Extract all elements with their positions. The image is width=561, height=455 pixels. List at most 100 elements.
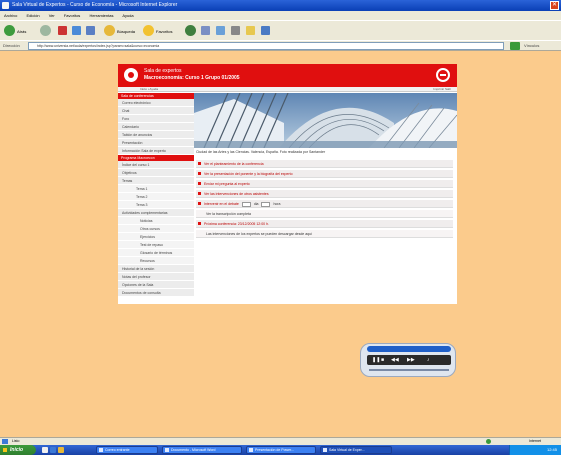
links-label[interactable]: Vínculos — [524, 43, 539, 48]
next-button[interactable]: ▶▶ — [407, 357, 415, 363]
architecture-illustration — [194, 93, 457, 148]
conference-link[interactable]: Ver el planteamiento de la conferencia — [196, 160, 453, 168]
address-bar: Dirección http://www.universia.net/aula/… — [0, 40, 561, 51]
taskbar: Inicio Correo entrante Documento - Micro… — [0, 445, 561, 455]
menu-favorites[interactable]: Favoritos — [64, 13, 80, 18]
back-label[interactable]: Atrás — [17, 29, 26, 34]
download-link[interactable]: Las intervenciones de los expertos se pu… — [196, 230, 453, 238]
task-powerpoint[interactable]: Presentación de Power... — [246, 446, 316, 454]
home-link[interactable]: Inicio • Ayuda — [140, 87, 158, 92]
debate-row: Intervenir en el debate dia hora — [196, 200, 453, 208]
ask-question-label: Enviar mi pregunta al experto — [204, 182, 250, 186]
address-input[interactable]: http://www.universia.net/aula/expertos/i… — [28, 42, 504, 50]
stop-icon[interactable] — [58, 26, 67, 35]
day-select[interactable] — [241, 201, 251, 207]
status-text: Listo — [12, 439, 20, 443]
course-subtitle: Macroeconomía: Curso 1 Grupo 01/2005 — [144, 75, 240, 81]
favorites-icon[interactable] — [143, 25, 154, 36]
sidebar-group[interactable]: Actividades complementarias — [118, 209, 194, 217]
sidebar-item[interactable]: Presentación — [118, 139, 194, 147]
edit-icon[interactable] — [246, 26, 255, 35]
print-exit-links[interactable]: Imprimir Salir — [433, 87, 451, 92]
refresh-icon[interactable] — [72, 26, 81, 35]
sidebar-item[interactable]: Información Sala de experto — [118, 147, 194, 155]
mute-button[interactable]: ♪ — [427, 357, 430, 363]
debate-label: Intervenir en el debate — [204, 202, 239, 206]
task-word[interactable]: Documento - Microsoft Word — [162, 446, 242, 454]
bullet-icon — [198, 192, 201, 195]
go-button[interactable] — [510, 42, 520, 50]
start-button[interactable]: Inicio — [0, 445, 36, 455]
other-questions-link[interactable]: Ver las intervenciones de otros asistent… — [196, 190, 453, 198]
clock: 12:45 — [546, 447, 557, 452]
stop-button[interactable]: ■ — [381, 357, 384, 363]
menu-view[interactable]: Ver — [49, 13, 55, 18]
print-icon[interactable] — [231, 26, 240, 35]
sidebar-subitem[interactable]: Ejercicios — [118, 233, 194, 241]
desktop-icon[interactable] — [42, 447, 48, 453]
sidebar-item[interactable]: Objetivos — [118, 169, 194, 177]
seek-slider[interactable] — [369, 369, 449, 371]
sidebar-subitem[interactable]: Recursos — [118, 257, 194, 265]
sidebar-item[interactable]: Historial de la sesión — [118, 265, 194, 273]
sidebar-item[interactable]: Temas — [118, 177, 194, 185]
zone-text: Internet — [529, 439, 541, 443]
task-mail[interactable]: Correo entrante — [96, 446, 158, 454]
photo-caption: Ciudad de las Artes y las Ciencias. Vale… — [196, 150, 326, 154]
sidebar-item[interactable]: Correo electrónico — [118, 99, 194, 107]
ie-quicklaunch-icon[interactable] — [50, 447, 56, 453]
outlook-icon[interactable] — [58, 447, 64, 453]
next-conference-row: Próxima conferencia: 23/12/2005 12:00 h. — [196, 220, 453, 228]
sidebar-item[interactable]: Índice del curso 1 — [118, 161, 194, 169]
sidebar-item[interactable]: Calendario — [118, 123, 194, 131]
folder-icon[interactable] — [261, 26, 270, 35]
search-label[interactable]: Búsqueda — [117, 29, 135, 34]
favorites-label[interactable]: Favoritos — [156, 29, 172, 34]
home-icon[interactable] — [86, 26, 95, 35]
transcript-link[interactable]: Ver la transcripción completa — [196, 210, 453, 218]
history-icon[interactable] — [201, 26, 210, 35]
bullet-icon — [198, 222, 201, 225]
sidebar-item[interactable]: Notas del profesor — [118, 273, 194, 281]
sidebar-subitem[interactable]: Otros cursos — [118, 225, 194, 233]
speaker-link[interactable]: Ver la presentación del ponente y la bio… — [196, 170, 453, 178]
sidebar-topic[interactable]: Tema 2 — [118, 193, 194, 201]
sidebar-topic[interactable]: Tema 1 — [118, 185, 194, 193]
sidebar-item[interactable]: Foro — [118, 115, 194, 123]
menu-file[interactable]: Archivo — [4, 13, 17, 18]
sidebar-item[interactable]: Documentos de consulta — [118, 289, 194, 297]
next-conference-label: Próxima conferencia: 23/12/2005 12:00 h. — [204, 222, 269, 226]
menu-bar: Archivo Edición Ver Favoritos Herramient… — [0, 11, 561, 20]
hour-select[interactable] — [261, 201, 271, 207]
ask-question-link[interactable]: Enviar mi pregunta al experto — [196, 180, 453, 188]
close-window-button[interactable]: ✕ — [550, 1, 559, 10]
forward-icon[interactable] — [40, 25, 51, 36]
bullet-icon — [198, 172, 201, 175]
sidebar-topic[interactable]: Tema 3 — [118, 201, 194, 209]
task-ie[interactable]: Sala Virtual de Exper... — [320, 446, 392, 454]
bullet-icon — [198, 162, 201, 165]
sidebar-subitem[interactable]: Noticias — [118, 217, 194, 225]
menu-help[interactable]: Ayuda — [122, 13, 133, 18]
day-select-label: dia — [253, 202, 259, 206]
speaker-link-label: Ver la presentación del ponente y la bio… — [204, 172, 293, 176]
santander-logo — [436, 68, 450, 82]
status-bar: Listo Internet — [0, 437, 561, 445]
menu-edit[interactable]: Edición — [26, 13, 39, 18]
sidebar-item[interactable]: Chat — [118, 107, 194, 115]
sidebar-item[interactable]: Opciones de la Sala — [118, 281, 194, 289]
back-icon[interactable] — [4, 25, 15, 36]
mail-icon[interactable] — [216, 26, 225, 35]
media-icon[interactable] — [185, 25, 196, 36]
player-title-bar — [367, 346, 451, 352]
search-icon[interactable] — [104, 25, 115, 36]
window-titlebar: Sala Virtual de Expertos - Curso de Econ… — [0, 0, 561, 11]
sidebar-item[interactable]: Tablón de anuncios — [118, 131, 194, 139]
sidebar-subitem[interactable]: Test de repaso — [118, 241, 194, 249]
pause-button[interactable]: ❚❚ — [372, 357, 380, 363]
menu-tools[interactable]: Herramientas — [89, 13, 113, 18]
prev-button[interactable]: ◀◀ — [391, 357, 399, 363]
internet-zone-icon — [486, 439, 491, 444]
sidebar-subitem[interactable]: Glosario de términos — [118, 249, 194, 257]
bullet-icon — [198, 182, 201, 185]
